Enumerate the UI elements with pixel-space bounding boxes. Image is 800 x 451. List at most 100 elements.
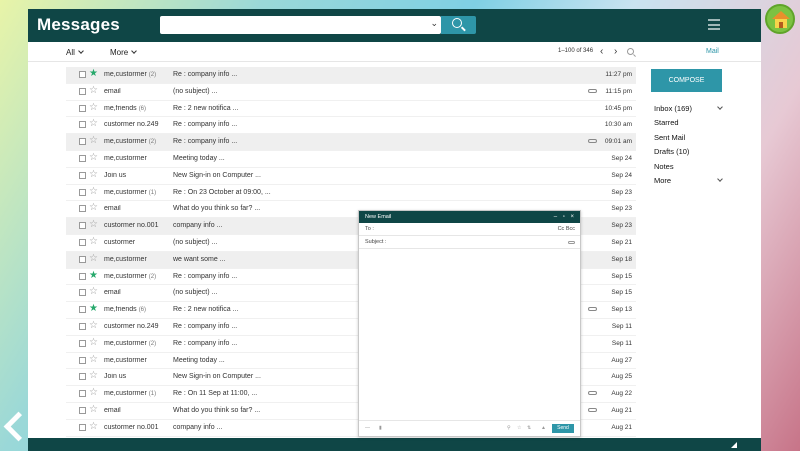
message-row[interactable]: ☆ me,friends (6) Re : 2 new notifica ... 10:… <box>66 101 636 118</box>
star-icon[interactable]: ☆ <box>89 102 98 114</box>
message-row[interactable]: ☆ me,custormer (2) Re : company info ... 09:… <box>66 134 636 151</box>
lock-icon[interactable]: ▲ <box>541 425 546 431</box>
message-time: Sep 23 <box>611 188 632 196</box>
row-checkbox[interactable] <box>79 423 86 431</box>
folder-item[interactable]: Inbox (169) <box>654 102 724 116</box>
row-checkbox[interactable] <box>79 87 86 95</box>
row-checkbox[interactable] <box>79 289 86 297</box>
sender-name: Join us <box>104 171 127 179</box>
message-row[interactable]: ☆ Join us New Sign-in on Computer ... Sep 2… <box>66 168 636 185</box>
row-checkbox[interactable] <box>79 339 86 347</box>
message-row[interactable]: ☆ email (no subject) ... 11:15 pm <box>66 84 636 101</box>
home-icon[interactable] <box>765 4 795 34</box>
star-icon[interactable]: ★ <box>89 303 98 315</box>
emoji-icon[interactable]: ☆ <box>517 425 521 431</box>
row-checkbox[interactable] <box>79 188 86 196</box>
row-checkbox[interactable] <box>79 138 86 146</box>
row-checkbox[interactable] <box>79 238 86 246</box>
star-icon[interactable]: ☆ <box>89 219 98 231</box>
chevron-down-icon[interactable] <box>717 104 723 110</box>
search-dropdown-icon[interactable]: ⌄ <box>430 18 438 29</box>
star-icon[interactable]: ☆ <box>89 286 98 298</box>
message-sender: me,custormer (1) <box>104 189 170 196</box>
star-icon[interactable]: ☆ <box>89 135 98 147</box>
location-icon[interactable]: ⚲ <box>507 425 511 431</box>
cc-bcc-toggle[interactable]: Cc Bcc <box>558 223 575 236</box>
trash-icon[interactable]: ▮ <box>379 425 382 431</box>
star-icon[interactable]: ★ <box>89 68 98 80</box>
star-icon[interactable]: ☆ <box>89 85 98 97</box>
compose-button[interactable]: COMPOSE <box>651 69 722 92</box>
message-time: Sep 23 <box>611 222 632 230</box>
select-all-dropdown[interactable]: All <box>66 48 84 57</box>
message-row[interactable]: ☆ me,custormer (1) Re : On 23 October at 09… <box>66 185 636 202</box>
chevron-down-icon[interactable] <box>717 176 723 182</box>
message-row[interactable]: ★ me,custormer (2) Re : company info ... 11:… <box>66 67 636 84</box>
send-button[interactable]: Send <box>552 424 574 433</box>
folder-item[interactable]: Sent Mail <box>654 131 724 145</box>
message-row[interactable]: ☆ me,custormer Meeting today ... Sep 24 <box>66 151 636 168</box>
row-checkbox[interactable] <box>79 255 86 263</box>
chevron-down-icon <box>131 48 138 54</box>
sender-name: me,custormer <box>104 71 147 78</box>
link-icon[interactable]: ⇅ <box>527 425 531 431</box>
prev-page-button[interactable]: ‹ <box>600 46 603 57</box>
star-icon[interactable]: ☆ <box>89 152 98 164</box>
search-input[interactable] <box>160 17 422 35</box>
hamburger-icon[interactable] <box>708 19 720 30</box>
star-icon[interactable]: ☆ <box>89 354 98 366</box>
to-field[interactable]: To : Cc Bcc <box>359 223 580 236</box>
star-icon[interactable]: ☆ <box>89 320 98 332</box>
list-search-icon[interactable] <box>627 48 634 55</box>
star-icon[interactable]: ☆ <box>89 404 98 416</box>
star-icon[interactable]: ☆ <box>89 236 98 248</box>
message-time: Sep 24 <box>611 154 632 162</box>
row-checkbox[interactable] <box>79 104 86 112</box>
star-icon[interactable]: ☆ <box>89 337 98 349</box>
window-controls[interactable]: – ▫ × <box>554 211 576 223</box>
row-checkbox[interactable] <box>79 222 86 230</box>
folder-item[interactable]: Starred <box>654 116 724 130</box>
message-time: Aug 27 <box>611 356 632 364</box>
search-box[interactable]: ⌄ <box>160 16 441 35</box>
star-icon[interactable]: ☆ <box>89 169 98 181</box>
message-sender: me,custormer (1) <box>104 390 170 397</box>
row-checkbox[interactable] <box>79 322 86 330</box>
message-row[interactable]: ☆ custormer no.249 Re : company info ... 10… <box>66 117 636 135</box>
star-icon[interactable]: ☆ <box>89 370 98 382</box>
folder-item[interactable]: More <box>654 174 724 188</box>
row-checkbox[interactable] <box>79 390 86 398</box>
resize-corner-icon[interactable] <box>731 442 737 448</box>
attach-icon[interactable] <box>568 241 575 244</box>
star-icon[interactable]: ☆ <box>89 387 98 399</box>
mail-label[interactable]: Mail <box>706 48 719 55</box>
row-checkbox[interactable] <box>79 306 86 314</box>
search-button[interactable] <box>441 16 476 34</box>
star-icon[interactable]: ☆ <box>89 421 98 433</box>
row-checkbox[interactable] <box>79 171 86 179</box>
row-checkbox[interactable] <box>79 121 86 129</box>
star-icon[interactable]: ☆ <box>89 118 98 130</box>
format-icon[interactable]: — <box>365 425 370 431</box>
row-checkbox[interactable] <box>79 71 86 78</box>
message-sender: me,friends (6) <box>104 306 170 313</box>
star-icon[interactable]: ☆ <box>89 202 98 214</box>
folder-item[interactable]: Drafts (10) <box>654 145 724 159</box>
row-checkbox[interactable] <box>79 406 86 414</box>
row-checkbox[interactable] <box>79 272 86 280</box>
row-checkbox[interactable] <box>79 356 86 364</box>
row-checkbox[interactable] <box>79 205 86 213</box>
folder-item[interactable]: Notes <box>654 160 724 174</box>
back-arrow-icon[interactable] <box>2 410 22 440</box>
star-icon[interactable]: ★ <box>89 270 98 282</box>
message-sender: custormer no.249 <box>104 121 170 128</box>
star-icon[interactable]: ☆ <box>89 253 98 265</box>
row-checkbox[interactable] <box>79 154 86 162</box>
star-icon[interactable]: ☆ <box>89 186 98 198</box>
row-checkbox[interactable] <box>79 373 86 381</box>
more-dropdown[interactable]: More <box>110 48 138 57</box>
attachment-icon <box>588 391 597 396</box>
next-page-button[interactable]: › <box>614 46 617 57</box>
subject-field[interactable]: Subject : <box>359 236 580 249</box>
new-email-title: New Email <box>365 214 392 220</box>
